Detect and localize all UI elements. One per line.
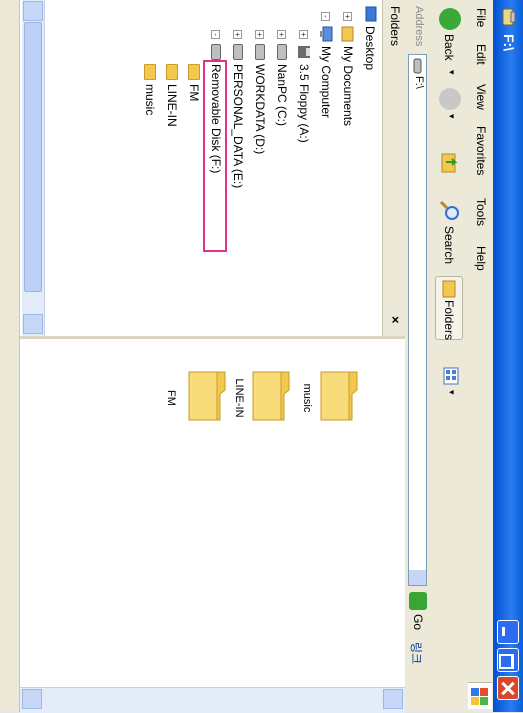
close-pane-icon[interactable]: × — [388, 316, 403, 324]
folder-item-line-in[interactable] — [237, 354, 297, 444]
tree-item-label: music — [143, 84, 157, 116]
tree-item-label: My Computer — [319, 46, 333, 119]
folder-item-label: FM — [165, 390, 177, 406]
tree-item-label: PERSONAL_DATA (E:) — [231, 64, 245, 189]
folder-item-music[interactable] — [305, 354, 365, 444]
search-icon[interactable] — [439, 200, 461, 222]
explorer-window: F:\ File Edit View Favorites Tools Help … — [0, 0, 523, 713]
links-label[interactable]: 링크 — [408, 642, 425, 664]
menu-edit[interactable]: Edit — [474, 44, 488, 65]
menu-file[interactable]: File — [474, 8, 488, 27]
drive-icon — [502, 8, 516, 26]
folder-item-label: music — [301, 383, 313, 413]
views-icon[interactable] — [439, 366, 461, 388]
views-dropdown-icon[interactable]: ▾ — [446, 390, 457, 395]
folder-icon — [252, 371, 290, 421]
expand-icon[interactable]: + — [299, 30, 308, 39]
forward-dropdown-icon[interactable]: ▾ — [446, 114, 457, 119]
scroll-left-icon[interactable] — [23, 1, 43, 21]
folders-pane-header — [382, 0, 405, 336]
close-button[interactable] — [497, 676, 519, 700]
hard-drive-icon — [233, 44, 243, 60]
collapse-icon[interactable]: - — [211, 30, 220, 39]
menu-view[interactable]: View — [474, 84, 488, 110]
address-value[interactable]: F:\ — [413, 76, 425, 89]
folder-icon — [188, 64, 200, 80]
menu-tools[interactable]: Tools — [474, 198, 488, 226]
hard-drive-icon — [255, 44, 265, 60]
windows-logo-icon — [468, 682, 492, 709]
scroll-thumb[interactable] — [24, 22, 42, 292]
address-dropdown-icon[interactable] — [409, 570, 426, 585]
removable-disk-icon — [413, 58, 422, 74]
collapse-icon[interactable]: - — [321, 12, 330, 21]
go-button-label[interactable]: Go — [411, 614, 425, 630]
content-scrollbar[interactable] — [20, 687, 405, 713]
expand-icon[interactable]: + — [343, 12, 352, 21]
expand-icon[interactable]: + — [233, 30, 242, 39]
minimize-button[interactable] — [497, 620, 519, 644]
maximize-button[interactable] — [497, 648, 519, 672]
menu-help[interactable]: Help — [474, 246, 488, 271]
folder-icon — [144, 64, 156, 80]
address-label: Address — [413, 6, 425, 47]
status-bar — [0, 0, 20, 712]
folder-icon — [166, 64, 178, 80]
forward-arrow-icon[interactable] — [439, 88, 461, 110]
window-title: F:\ — [501, 34, 517, 52]
hard-drive-icon — [277, 44, 287, 60]
tree-item-label: WORKDATA (D:) — [253, 64, 267, 155]
tree-item-label: Desktop — [363, 26, 377, 71]
tree-item-label: LINE-IN — [165, 84, 179, 127]
back-dropdown-icon[interactable]: ▾ — [446, 70, 457, 75]
scroll-up-icon[interactable] — [383, 689, 403, 709]
scroll-down-icon[interactable] — [22, 689, 42, 709]
expand-icon[interactable]: + — [255, 30, 264, 39]
address-field[interactable] — [408, 54, 427, 586]
title-bar[interactable] — [493, 0, 523, 712]
folders-pane-title: Folders — [388, 6, 402, 47]
folders-button-label[interactable]: Folders — [442, 300, 456, 340]
removable-disk-icon — [211, 44, 221, 60]
scroll-right-icon[interactable] — [23, 314, 43, 334]
removable-disk-highlight — [203, 60, 227, 252]
my-documents-icon — [341, 26, 354, 42]
back-button-label[interactable]: Back — [442, 34, 456, 61]
folder-item-fm[interactable]: FM — [133, 354, 233, 444]
go-arrow-icon[interactable] — [409, 592, 427, 610]
folder-item-label: LINE-IN — [233, 378, 245, 418]
desktop-icon — [365, 6, 377, 22]
folders-icon[interactable] — [441, 280, 459, 298]
tree-item-label: My Documents — [341, 46, 355, 127]
folder-icon — [188, 371, 226, 421]
tree-item-label: FM — [187, 84, 201, 102]
menu-favorites[interactable]: Favorites — [474, 126, 488, 175]
tree-item-label: 3.5 Floppy (A:) — [297, 64, 311, 143]
tree-item-label: NanPC (C:) — [275, 64, 289, 127]
up-folder-icon[interactable] — [439, 152, 461, 176]
search-button-label[interactable]: Search — [442, 226, 456, 264]
expand-icon[interactable]: + — [277, 30, 286, 39]
folder-icon — [320, 371, 358, 421]
my-computer-icon — [320, 26, 333, 42]
floppy-drive-icon — [298, 46, 310, 58]
back-arrow-icon[interactable] — [439, 8, 461, 30]
